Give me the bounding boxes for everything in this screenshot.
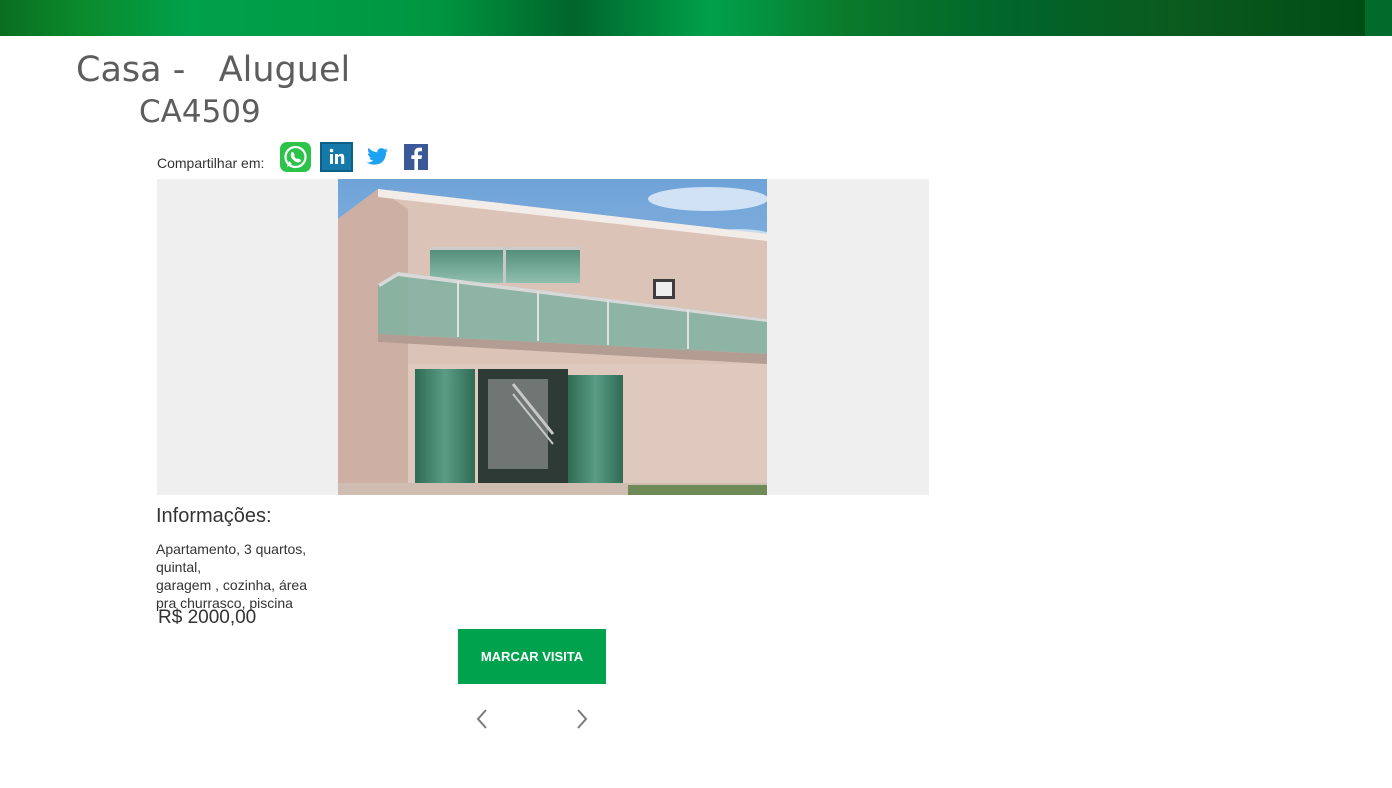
listing-title: Casa - Aluguel (76, 50, 351, 90)
schedule-visit-button[interactable]: MARCAR VISITA (458, 629, 606, 684)
twitter-icon[interactable] (361, 142, 394, 172)
chevron-right-icon[interactable] (571, 707, 591, 731)
linkedin-icon[interactable] (320, 142, 353, 172)
property-photo (338, 179, 767, 495)
listing-code: CA4509 (139, 94, 261, 130)
whatsapp-icon[interactable] (279, 142, 312, 172)
info-line: quintal, (156, 559, 202, 575)
info-line: garagem , cozinha, área (156, 577, 307, 593)
chevron-left-icon[interactable] (473, 707, 493, 731)
header-bar-end (1365, 0, 1392, 36)
info-description: Apartamento, 3 quartos, quintal, garagem… (156, 540, 326, 612)
share-label: Compartilhar em: (157, 155, 265, 171)
photo-gallery (157, 179, 929, 495)
listing-price: R$ 2000,00 (158, 607, 257, 628)
info-heading: Informações: (156, 505, 272, 527)
info-line: Apartamento, 3 quartos, (156, 541, 307, 557)
header-bar (0, 0, 1365, 36)
facebook-icon[interactable] (399, 142, 432, 172)
